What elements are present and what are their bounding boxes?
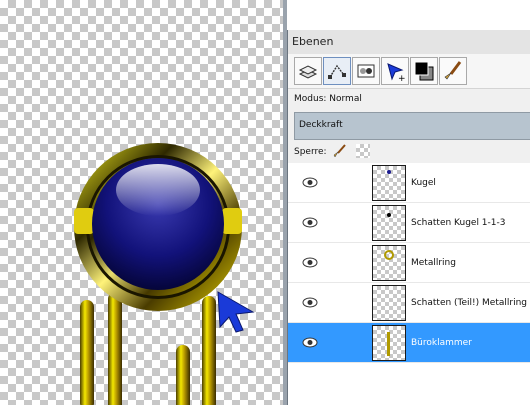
eye-icon[interactable]: [302, 177, 318, 188]
lock-row: Sperre:: [288, 140, 530, 162]
lock-brush-icon[interactable]: [332, 143, 348, 162]
layer-name: Kugel: [411, 178, 436, 188]
layer-row[interactable]: Kugel: [288, 163, 530, 203]
layer-thumbnail: [372, 325, 406, 361]
svg-text:+: +: [398, 74, 406, 82]
eye-icon[interactable]: [302, 337, 318, 348]
layer-list: Kugel Schatten Kugel 1-1-3 Metallring Sc…: [288, 163, 530, 405]
arrow-cursor-icon: [217, 291, 255, 333]
layer-row-selected[interactable]: Büroklammer: [288, 323, 530, 363]
layer-thumbnail: [372, 165, 406, 201]
panel-titlebar[interactable]: Ebenen: [288, 30, 530, 55]
artwork: [74, 143, 255, 405]
sphere-shape: [92, 158, 224, 290]
eye-icon[interactable]: [302, 257, 318, 268]
layer-name: Metallring: [411, 258, 456, 268]
lock-label: Sperre:: [294, 147, 327, 157]
layer-row[interactable]: Schatten Kugel 1-1-3: [288, 203, 530, 243]
layer-row[interactable]: Schatten (Teil!) Metallring: [288, 283, 530, 323]
layer-name: Büroklammer: [411, 338, 472, 348]
mask-icon[interactable]: [352, 57, 380, 85]
brush-icon[interactable]: [439, 57, 467, 85]
opacity-slider[interactable]: Deckkraft: [294, 112, 530, 140]
eye-icon[interactable]: [302, 217, 318, 228]
eye-icon[interactable]: [302, 297, 318, 308]
blend-mode-select[interactable]: Modus: Normal: [294, 94, 362, 104]
vector-path-icon[interactable]: [323, 57, 351, 85]
opacity-label: Deckkraft: [299, 120, 343, 130]
color-swatch-icon[interactable]: [410, 57, 438, 85]
layer-thumbnail: [372, 245, 406, 281]
layer-name: Schatten Kugel 1-1-3: [411, 218, 506, 228]
layer-row[interactable]: Metallring: [288, 243, 530, 283]
panel-title: Ebenen: [292, 35, 334, 48]
layers-panel: Ebenen + Modus: Normal Deckkraft Sperre:: [287, 30, 530, 405]
layers-toolbar: +: [288, 54, 530, 89]
layer-thumbnail: [372, 285, 406, 321]
layer-thumbnail: [372, 205, 406, 241]
lock-transparency-icon[interactable]: [356, 144, 370, 158]
image-canvas[interactable]: [0, 0, 285, 405]
layers-icon[interactable]: [294, 57, 322, 85]
layer-name: Schatten (Teil!) Metallring: [411, 298, 528, 308]
cursor-plus-icon[interactable]: +: [381, 57, 409, 85]
